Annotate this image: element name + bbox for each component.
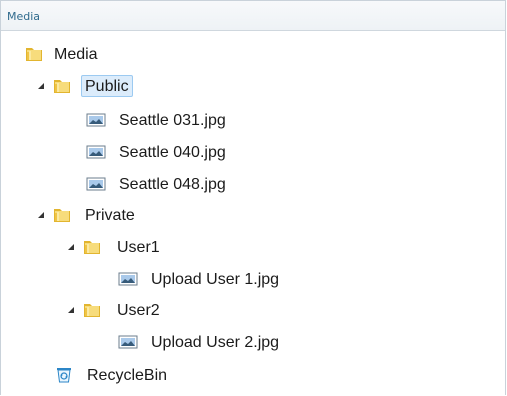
tree-node-seattle-031[interactable]: Seattle 031.jpg: [1, 108, 251, 132]
tree-node-label: Seattle 048.jpg: [119, 176, 226, 193]
tree-node-recyclebin[interactable]: RecycleBin: [1, 363, 221, 387]
tree-node-label: Upload User 2.jpg: [151, 334, 280, 351]
tree-node-label: Seattle 031.jpg: [119, 112, 226, 129]
tree-node-upload-user-1[interactable]: Upload User 1.jpg: [1, 267, 321, 291]
tree-node-seattle-040[interactable]: Seattle 040.jpg: [1, 140, 251, 164]
expanded-arrow-icon[interactable]: [67, 243, 75, 251]
tree-node-label: Media: [54, 46, 98, 63]
tree-node-user1[interactable]: User1: [1, 235, 221, 259]
tree-node-media[interactable]: Media: [1, 42, 201, 66]
image-file-icon: [85, 174, 107, 194]
image-file-icon: [85, 110, 107, 130]
tree-node-seattle-048[interactable]: Seattle 048.jpg: [1, 172, 251, 196]
tree-node-label: User1: [117, 239, 160, 256]
tree-node-label: Public: [81, 75, 133, 97]
tree-node-user2[interactable]: User2: [1, 298, 221, 322]
expanded-arrow-icon[interactable]: [37, 82, 45, 90]
folder-icon: [23, 44, 45, 64]
expanded-arrow-icon[interactable]: [67, 306, 75, 314]
folder-icon: [51, 205, 73, 225]
tree-node-label: User2: [117, 302, 160, 319]
expanded-arrow-icon[interactable]: [37, 211, 45, 219]
folder-icon: [81, 237, 103, 257]
media-tree: Media Public Seattle 031.jpg Seattle 040…: [1, 32, 507, 396]
tree-node-upload-user-2[interactable]: Upload User 2.jpg: [1, 330, 321, 354]
folder-icon: [81, 300, 103, 320]
tree-node-label: RecycleBin: [87, 367, 168, 384]
media-tree-panel: Media Media Public Seattle 031.jpg Seatt…: [0, 0, 506, 395]
tree-node-private[interactable]: Private: [1, 203, 201, 227]
folder-icon: [51, 76, 73, 96]
recycle-bin-icon: [53, 365, 75, 385]
panel-title: Media: [7, 10, 41, 23]
tree-node-label: Private: [85, 207, 135, 224]
panel-header: Media: [1, 1, 505, 31]
image-file-icon: [117, 332, 139, 352]
image-file-icon: [117, 269, 139, 289]
tree-node-label: Seattle 040.jpg: [119, 144, 226, 161]
tree-node-public[interactable]: Public: [1, 74, 201, 98]
tree-node-label: Upload User 1.jpg: [151, 271, 280, 288]
image-file-icon: [85, 142, 107, 162]
